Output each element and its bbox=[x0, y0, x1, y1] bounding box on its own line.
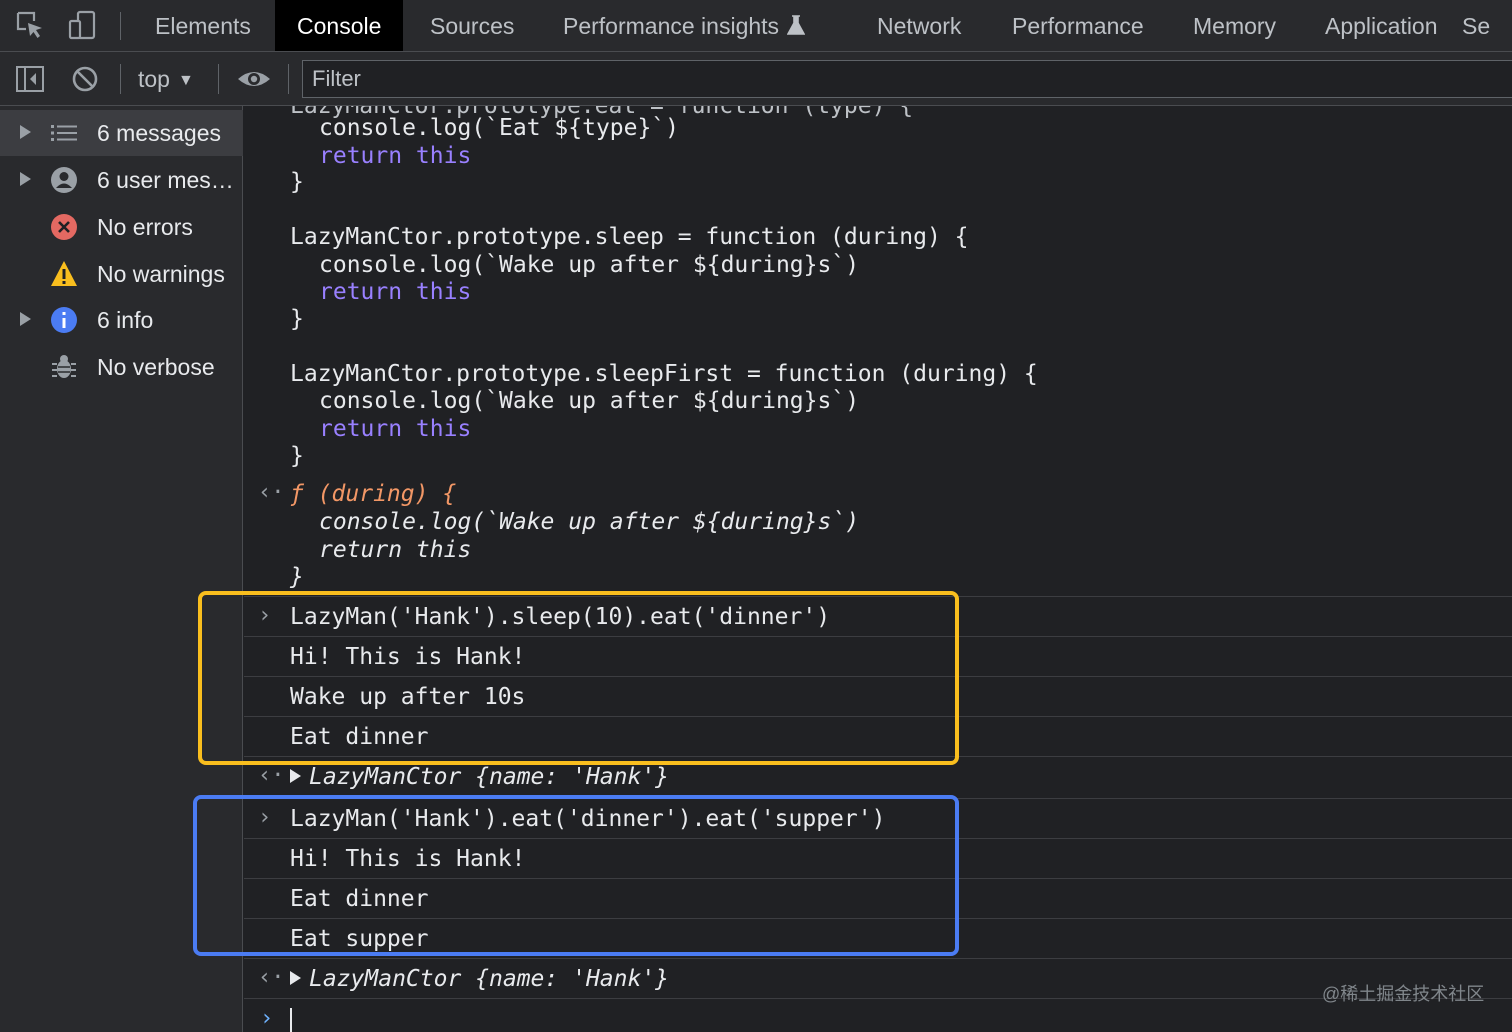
sidebar-item-warnings[interactable]: No warnings bbox=[0, 251, 243, 297]
code-line: } bbox=[290, 169, 304, 195]
tab-performance-insights-label: Performance insights bbox=[563, 13, 780, 39]
console-log-row: Eat dinner bbox=[244, 878, 1512, 918]
code-line: } bbox=[290, 443, 304, 469]
experiment-flask-icon bbox=[787, 15, 806, 35]
code-line: return this bbox=[319, 279, 472, 305]
tab-memory[interactable]: Memory bbox=[1171, 0, 1298, 51]
sidebar-item-info[interactable]: 6 info bbox=[0, 297, 243, 343]
result-text: LazyManCtor {name: 'Hank'} bbox=[309, 966, 670, 992]
tab-security-truncated[interactable]: Se bbox=[1440, 0, 1512, 51]
tab-sources[interactable]: Sources bbox=[408, 0, 536, 51]
console-input-text: LazyMan('Hank').eat('dinner').eat('suppe… bbox=[290, 806, 886, 832]
sidebar-item-user-messages[interactable]: 6 user mes… bbox=[0, 157, 243, 203]
expand-arrow-icon[interactable] bbox=[20, 312, 31, 326]
input-prompt-icon: › bbox=[258, 603, 272, 628]
filter-input[interactable] bbox=[302, 60, 1512, 98]
tab-performance[interactable]: Performance bbox=[990, 0, 1166, 51]
expand-arrow-icon[interactable] bbox=[20, 125, 31, 139]
code-line: console.log(`Wake up after ${during}s`) bbox=[319, 388, 860, 414]
log-text: Hi! This is Hank! bbox=[290, 644, 526, 670]
chevron-down-icon: ▼ bbox=[177, 72, 194, 89]
device-toolbar-icon[interactable] bbox=[66, 9, 98, 41]
result-text: LazyManCtor {name: 'Hank'} bbox=[309, 764, 670, 790]
console-log-row: Hi! This is Hank! bbox=[244, 636, 1512, 676]
console-log-row: Wake up after 10s bbox=[244, 676, 1512, 716]
code-line: } bbox=[290, 306, 304, 332]
sidebar-item-errors[interactable]: No errors bbox=[0, 204, 243, 250]
return-fn-line: console.log(`Wake up after ${during}s`) bbox=[319, 509, 860, 535]
code-text: console.log(`Eat ${type}`) bbox=[319, 115, 680, 141]
console-input-row[interactable]: › LazyMan('Hank').eat('dinner').eat('sup… bbox=[244, 798, 1512, 838]
warning-icon bbox=[51, 261, 77, 286]
code-line: return this bbox=[319, 416, 472, 442]
console-output[interactable]: LazyManCtor.prototype.eat = function (ty… bbox=[244, 106, 1512, 1032]
console-result-row[interactable]: ‹· LazyManCtor {name: 'Hank'} bbox=[244, 756, 1512, 796]
return-fn-line: return this bbox=[319, 537, 472, 563]
code-line: console.log(`Wake up after ${during}s`) bbox=[319, 252, 860, 278]
sidebar-item-label: 6 info bbox=[97, 307, 154, 333]
expand-arrow-icon[interactable] bbox=[20, 172, 31, 186]
input-prompt-icon: › bbox=[258, 805, 272, 830]
context-selector-value: top bbox=[138, 66, 170, 92]
sidebar-item-label: No warnings bbox=[97, 261, 225, 287]
text-cursor bbox=[290, 1008, 292, 1032]
info-icon bbox=[51, 307, 77, 333]
sidebar-item-label: No errors bbox=[97, 214, 193, 240]
toolbar-separator bbox=[120, 64, 121, 94]
clear-console-icon[interactable] bbox=[70, 64, 100, 94]
live-expression-eye-icon[interactable] bbox=[236, 64, 272, 94]
bug-icon bbox=[52, 355, 76, 378]
sidebar-item-verbose[interactable]: No verbose bbox=[0, 344, 243, 390]
sidebar-item-label: 6 messages bbox=[97, 120, 222, 146]
expand-object-icon[interactable] bbox=[290, 971, 301, 985]
tab-performance-insights[interactable]: Performance insights bbox=[541, 0, 827, 51]
console-log-row: Eat dinner bbox=[244, 716, 1512, 756]
return-arrow-icon: ‹· bbox=[258, 763, 285, 788]
log-text: Eat dinner bbox=[290, 724, 429, 750]
devtools-tab-bar: Elements Console Sources Performance ins… bbox=[0, 0, 1512, 52]
log-text: Eat dinner bbox=[290, 886, 429, 912]
inspect-element-icon[interactable] bbox=[14, 9, 46, 41]
show-sidebar-icon[interactable] bbox=[15, 64, 45, 94]
return-fn-line: ƒ (during) { bbox=[290, 480, 456, 508]
context-selector[interactable]: top ▼ bbox=[138, 52, 194, 106]
console-prompt-icon: › bbox=[260, 1006, 274, 1031]
console-input-text: LazyMan('Hank').sleep(10).eat('dinner') bbox=[290, 604, 831, 630]
tab-console[interactable]: Console bbox=[275, 0, 404, 51]
code-line: console.log(`Eat ${type}`) bbox=[319, 114, 679, 142]
result-object-preview[interactable]: LazyManCtor {name: 'Hank'} bbox=[290, 959, 669, 999]
tab-elements[interactable]: Elements bbox=[133, 0, 273, 51]
list-icon bbox=[51, 125, 77, 141]
log-text: Eat supper bbox=[290, 926, 429, 952]
sidebar-item-label: No verbose bbox=[97, 354, 215, 380]
console-input-row[interactable]: › LazyMan('Hank').sleep(10).eat('dinner'… bbox=[244, 596, 1512, 636]
console-log-row: Eat supper bbox=[244, 918, 1512, 958]
tab-application[interactable]: Application bbox=[1303, 0, 1460, 51]
tab-bar-separator bbox=[120, 12, 121, 40]
watermark: @稀土掘金技术社区 bbox=[1322, 984, 1485, 1004]
tab-network[interactable]: Network bbox=[855, 0, 983, 51]
toolbar-separator bbox=[218, 64, 219, 94]
code-line: return this bbox=[319, 143, 472, 169]
log-text: Hi! This is Hank! bbox=[290, 846, 526, 872]
sidebar-item-messages[interactable]: 6 messages bbox=[0, 110, 243, 156]
result-object-preview[interactable]: LazyManCtor {name: 'Hank'} bbox=[290, 757, 669, 797]
return-arrow-icon: ‹· bbox=[258, 965, 285, 990]
expand-object-icon[interactable] bbox=[290, 769, 301, 783]
return-arrow-icon: ‹· bbox=[258, 480, 285, 505]
code-line: LazyManCtor.prototype.sleepFirst = funct… bbox=[290, 361, 1038, 387]
console-log-row: Hi! This is Hank! bbox=[244, 838, 1512, 878]
console-sidebar: 6 messages 6 user mes… No errors No warn… bbox=[0, 106, 243, 1032]
user-icon bbox=[51, 167, 77, 193]
code-line: LazyManCtor.prototype.sleep = function (… bbox=[290, 224, 969, 250]
toolbar-separator bbox=[288, 64, 289, 94]
sidebar-item-label: 6 user mes… bbox=[97, 167, 234, 193]
return-fn-line: } bbox=[290, 564, 304, 590]
log-text: Wake up after 10s bbox=[290, 684, 526, 710]
function-preview: ƒ (during) { bbox=[290, 481, 457, 507]
error-icon bbox=[51, 214, 77, 240]
